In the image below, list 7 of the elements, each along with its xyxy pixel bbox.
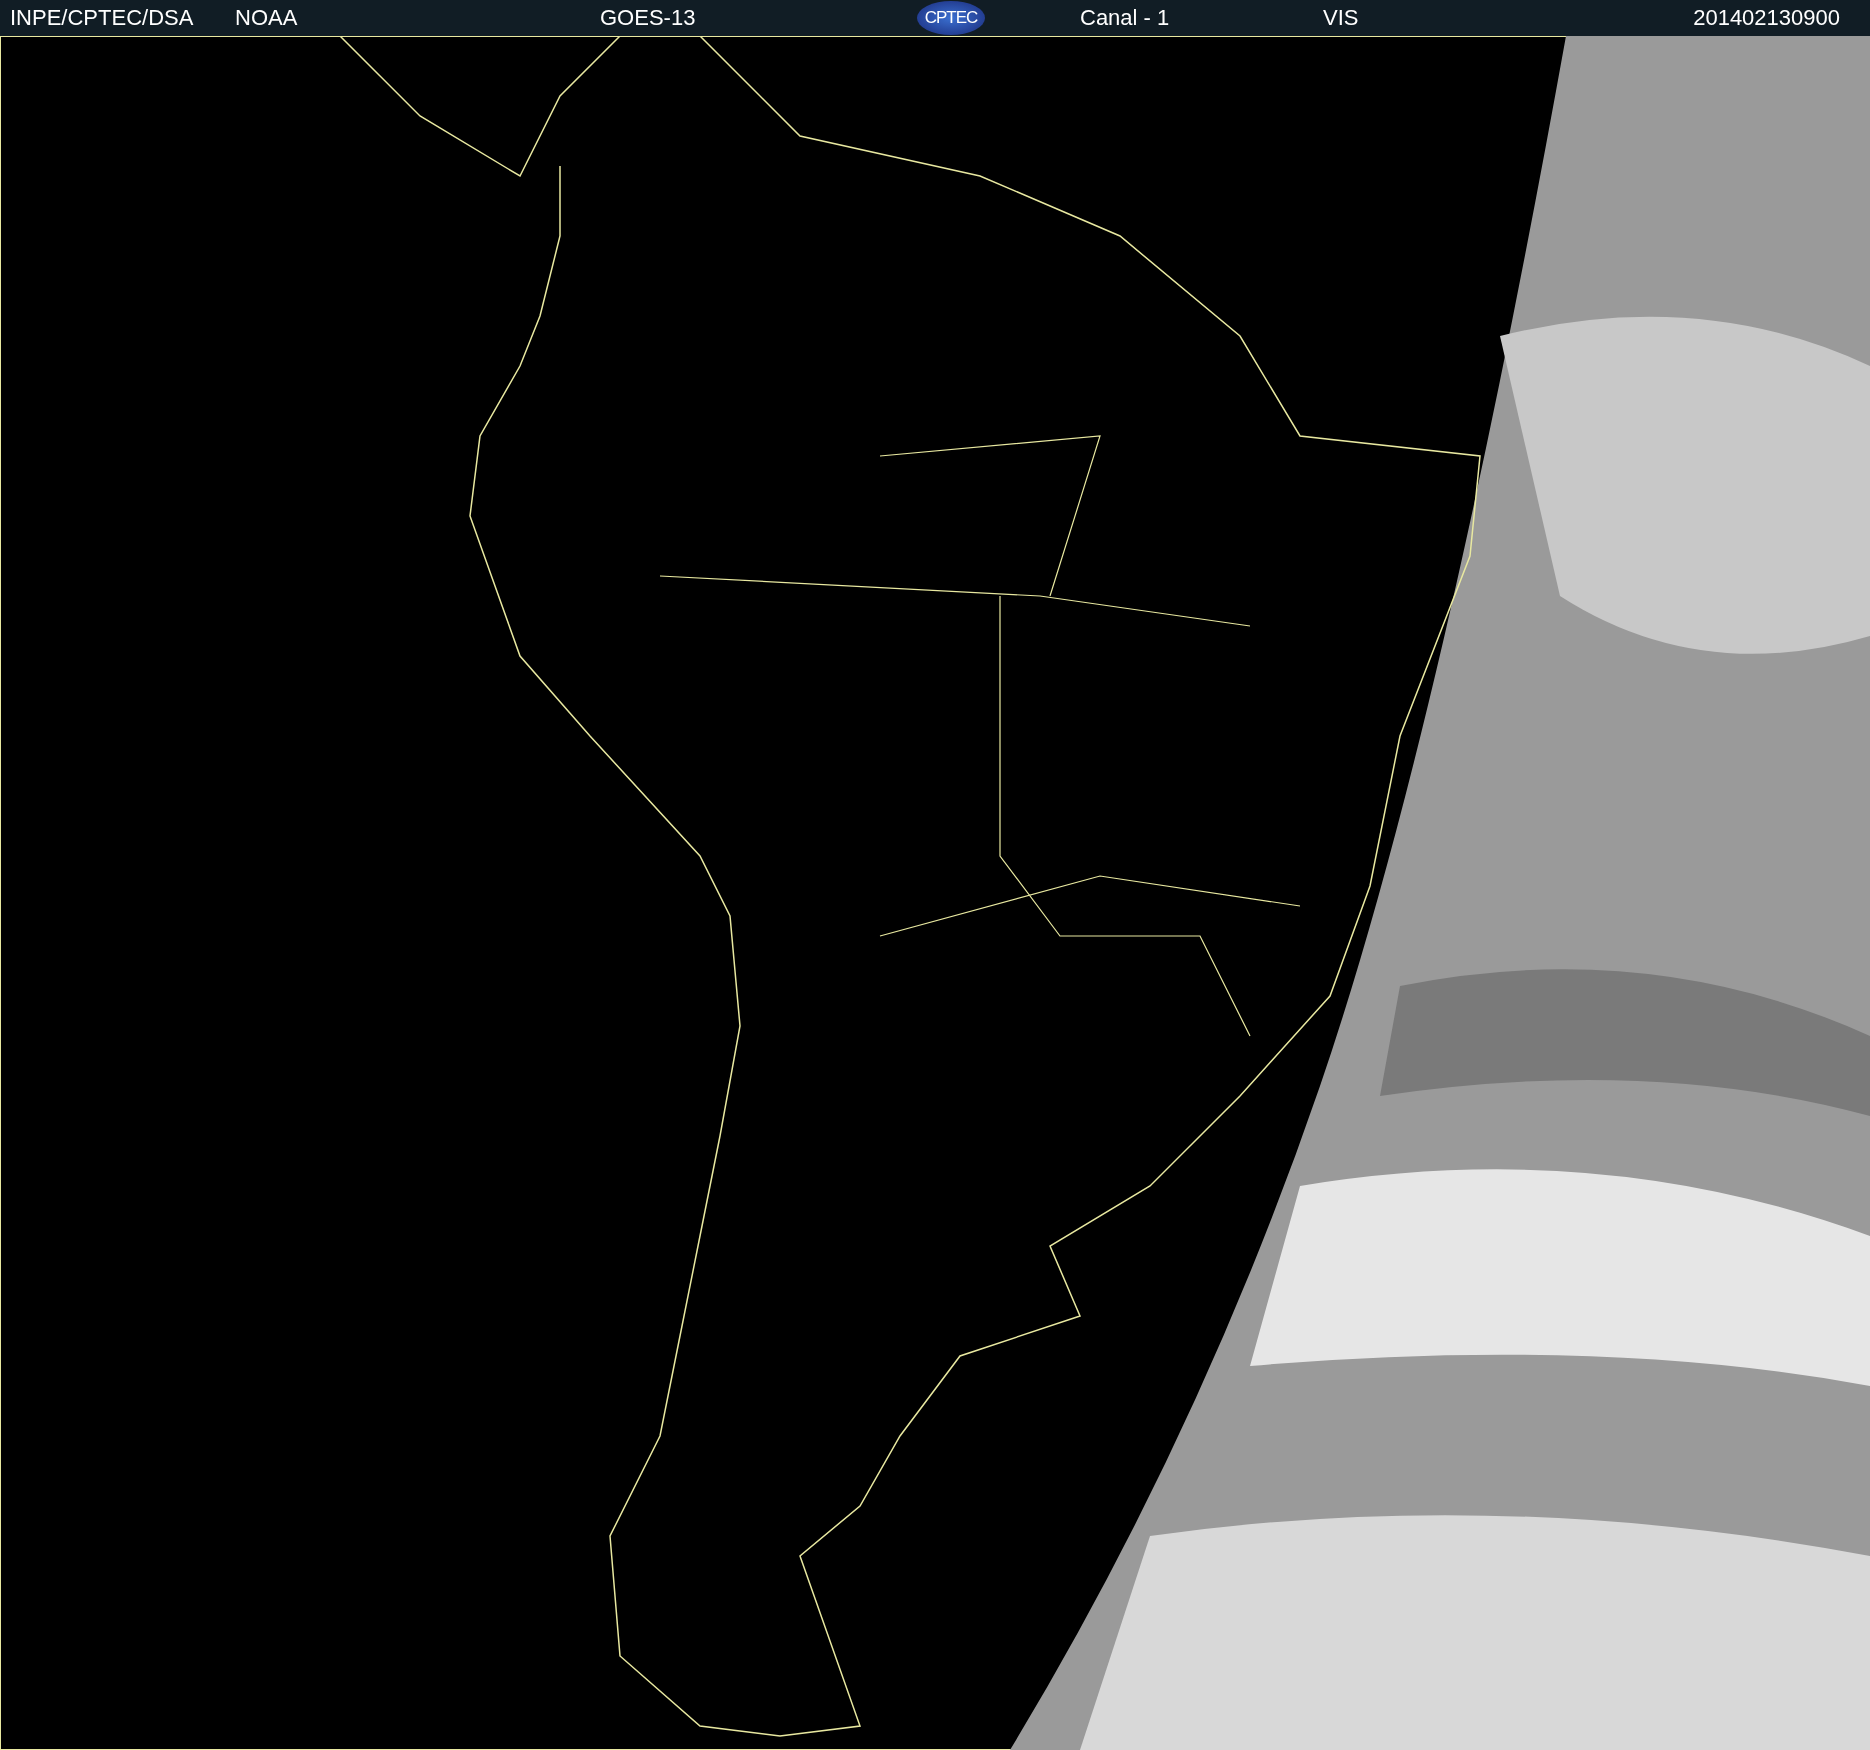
logo: CPTEC — [917, 1, 985, 35]
band-label: VIS — [1323, 5, 1360, 31]
source-label: INPE/CPTEC/DSA — [9, 5, 195, 31]
satellite-label: GOES-13 — [600, 5, 697, 31]
timestamp-label: 201402130900 — [1693, 5, 1841, 31]
agency-label: NOAA — [235, 5, 299, 31]
channel-label: Canal - 1 — [1080, 5, 1171, 31]
